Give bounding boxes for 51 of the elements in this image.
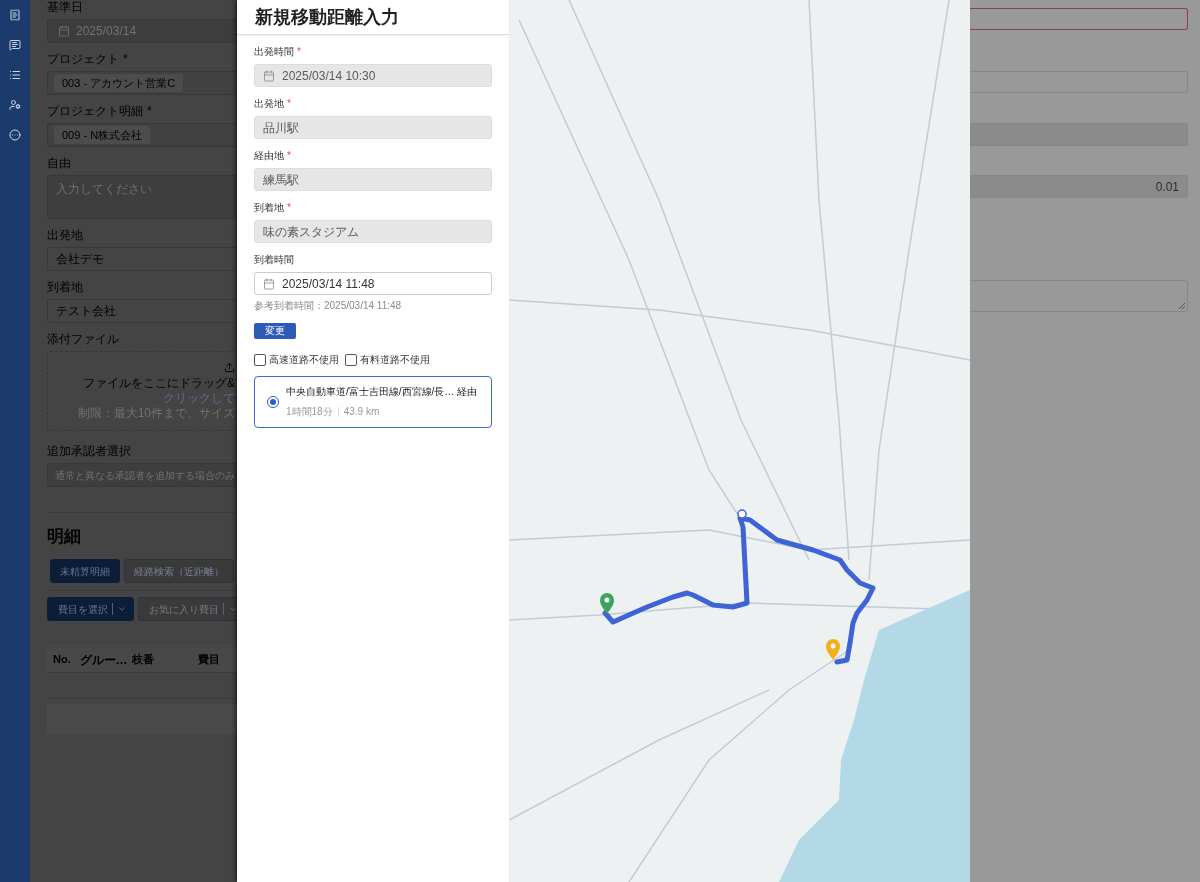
waypoint-marker-icon [737, 509, 747, 519]
readonly-field: 0.01 [970, 175, 1188, 198]
field-label: 追加承認者選択 [47, 445, 132, 458]
field-label: 出発地 * [254, 98, 292, 110]
start-pin-icon [600, 593, 614, 614]
selected-tag: 009 - N株式会社 [54, 126, 151, 144]
column-header: グルー… [79, 651, 129, 669]
split-dropdown-button[interactable]: 費目を選択 [47, 597, 134, 621]
column-header: No. [52, 652, 72, 668]
message-icon[interactable] [9, 39, 21, 51]
text-input[interactable] [970, 8, 1188, 30]
calendar-icon [58, 25, 70, 37]
checkbox[interactable] [345, 353, 357, 366]
section-heading: 明細 [47, 527, 82, 547]
checkbox-label: 高速道路不使用 [269, 353, 339, 367]
text-input[interactable] [970, 71, 1188, 93]
resize-handle-icon[interactable] [1179, 303, 1185, 309]
receipt-icon[interactable] [9, 9, 21, 21]
end-pin-icon [826, 639, 840, 660]
field-label: 到着時間 [254, 254, 295, 266]
route-duration: 1時間18分 [286, 406, 333, 418]
user-settings-icon[interactable] [9, 99, 21, 111]
select-field[interactable]: 003 - アカウント営業C [47, 71, 237, 95]
field-label: 自由 [47, 157, 72, 170]
field-label: 経由地 * [254, 150, 292, 162]
via-label: 経由 [457, 386, 477, 398]
more-icon[interactable] [9, 129, 21, 141]
calendar-icon [263, 69, 275, 82]
route-option[interactable]: 中央自動車道/富士吉田線/西宮線/長… 経由 1時間18分 43.9 km [254, 376, 492, 428]
tab[interactable]: 経路検索（近距離） [124, 559, 234, 583]
checkbox[interactable] [254, 353, 266, 366]
route-distance: 43.9 km [343, 406, 380, 418]
field-label: 出発時間 * [254, 46, 302, 58]
select-field[interactable]: 009 - N株式会社 [47, 123, 237, 147]
selected-tag: 003 - アカウント営業C [54, 74, 184, 92]
tab[interactable]: 未精算明細 [50, 559, 120, 583]
datetime-field[interactable]: 2025/03/14 11:48 [254, 272, 492, 295]
field-label: 到着地 [47, 281, 84, 294]
upload-link[interactable]: クリックして [163, 390, 235, 406]
change-button[interactable]: 変更 [254, 323, 296, 339]
hint-text: 参考到着時間：2025/03/14 11:48 [254, 300, 403, 312]
column-header: 費目 [197, 652, 221, 668]
drawer-title: 新規移動距離入力 [255, 6, 399, 28]
checkbox-label: 有料道路不使用 [360, 353, 430, 367]
route-name: 中央自動車道/富士吉田線/西宮線/長… [286, 386, 455, 398]
list-icon[interactable] [9, 69, 21, 81]
upload-icon [224, 361, 235, 373]
calendar-icon [263, 277, 275, 290]
field-label: 出発地 [47, 229, 84, 242]
column-header: 枝番 [131, 652, 155, 668]
field-label: 到着地 * [254, 202, 292, 214]
